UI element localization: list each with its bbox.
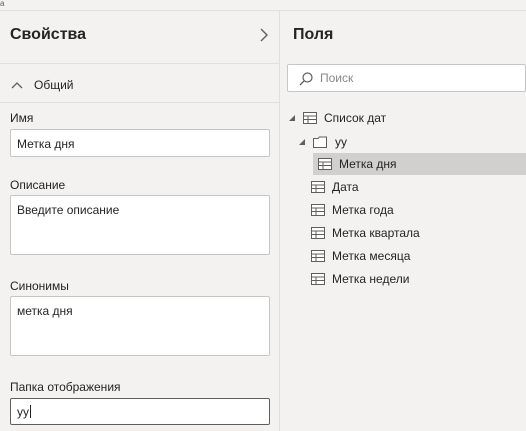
pane-divider [279,11,280,431]
display-folder-field[interactable]: уу [10,398,270,425]
chevron-up-icon [11,82,23,89]
tree-field-row[interactable]: Метка квартала [311,222,420,244]
description-field[interactable]: Введите описание [10,195,270,255]
chevron-right-icon[interactable] [258,27,270,43]
name-label: Имя [10,111,34,125]
search-placeholder: Поиск [320,71,354,85]
table-field-icon [311,273,325,285]
fields-title: Поля [293,26,334,43]
fields-search-input[interactable]: Поиск [287,64,526,92]
table-icon [303,112,317,124]
search-icon [299,72,313,86]
table-field-icon [311,181,325,193]
properties-title: Свойства [10,26,87,43]
tree-table-row[interactable]: Список дат [287,107,386,129]
properties-header-divider [0,63,279,64]
tree-field-row-selected[interactable]: Метка дня [313,153,526,175]
synonyms-field-value: метка дня [17,304,73,318]
table-field-icon [311,250,325,262]
synonyms-label: Синонимы [10,279,69,293]
table-field-icon [311,204,325,216]
tree-field-label: Метка года [332,203,394,217]
text-cursor [30,405,31,418]
section-general-toggle[interactable]: Общий [10,76,74,94]
folder-icon [313,136,327,148]
table-name: Список дат [324,111,387,125]
tree-folder-row[interactable]: уу [297,131,347,153]
top-marker: а [0,0,5,8]
folder-name: уу [335,135,347,149]
synonyms-field[interactable]: метка дня [10,296,270,356]
expanded-triangle-icon[interactable] [297,137,307,147]
tree-field-label: Метка недели [332,272,410,286]
tree-field-row[interactable]: Метка года [311,199,394,221]
top-strip: а [0,0,526,11]
description-placeholder: Введите описание [17,203,120,217]
expanded-triangle-icon[interactable] [287,113,297,123]
name-field[interactable]: Метка дня [10,129,270,157]
description-label: Описание [10,178,66,192]
tree-field-label: Дата [332,180,359,194]
table-field-icon [311,227,325,239]
tree-field-label: Метка месяца [332,249,411,263]
name-field-value: Метка дня [17,137,75,151]
section-general-label: Общий [34,78,74,92]
tree-field-label: Метка квартала [332,226,420,240]
section-divider [0,102,279,103]
table-field-icon [318,158,332,170]
tree-field-row[interactable]: Дата [311,176,359,198]
tree-field-row[interactable]: Метка месяца [311,245,410,267]
display-folder-value: уу [17,405,29,419]
display-folder-label: Папка отображения [10,380,121,394]
tree-field-row[interactable]: Метка недели [311,268,409,290]
tree-field-label: Метка дня [339,157,397,171]
